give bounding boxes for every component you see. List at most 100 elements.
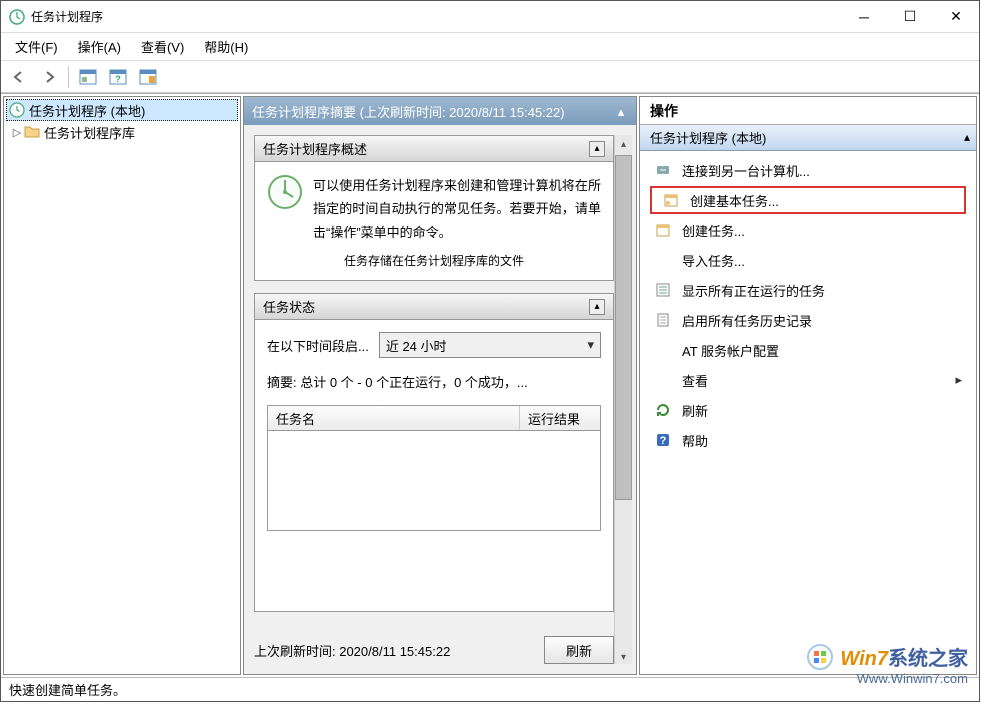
menu-file[interactable]: 文件(F)	[5, 33, 68, 60]
action-item-8[interactable]: 刷新	[644, 395, 972, 425]
forward-button[interactable]	[35, 64, 63, 90]
menu-view[interactable]: 查看(V)	[131, 33, 194, 60]
center-header: 任务计划程序摘要 (上次刷新时间: 2020/8/11 15:45:22) ▴	[244, 97, 636, 125]
task-icon	[654, 221, 672, 239]
menu-help[interactable]: 帮助(H)	[194, 33, 258, 60]
actions-subtitle[interactable]: 任务计划程序 (本地) ▴	[640, 125, 976, 151]
close-button[interactable]: ✕	[933, 2, 979, 32]
action-item-5[interactable]: 启用所有任务历史记录	[644, 305, 972, 335]
status-group: 任务状态 ▴ 在以下时间段启... 近 24 小时 摘要: 总计 0 个 - 0…	[254, 293, 614, 612]
action-item-3[interactable]: 导入任务...	[644, 245, 972, 275]
overview-inner: 可以使用任务计划程序来创建和管理计算机将在所指定的时间自动执行的常见任务。若要开…	[255, 162, 613, 280]
actions-subtitle-text: 任务计划程序 (本地)	[650, 128, 766, 147]
period-label: 在以下时间段启...	[267, 336, 369, 355]
actions-list: 连接到另一台计算机... 创建基本任务... 创建任务... 导入任务... 显示所有正…	[640, 151, 976, 459]
help-icon: ?	[654, 431, 672, 449]
action-item-label: 显示所有正在运行的任务	[682, 281, 825, 300]
center-content: 任务计划程序概述 ▴ 可以使用任务计划程序来创建和管理计算机将在所指定的时间自动…	[254, 135, 614, 664]
period-value: 近 24 小时	[386, 336, 447, 355]
action-item-6[interactable]: AT 服务帐户配置	[644, 335, 972, 365]
task-list-header: 任务名 运行结果	[267, 405, 601, 431]
actions-pane: 操作 任务计划程序 (本地) ▴ 连接到另一台计算机... 创建基本任务... 创建…	[639, 96, 977, 675]
scroll-up-icon[interactable]: ▴	[614, 104, 628, 118]
scroll-up-button[interactable]: ▴	[615, 135, 632, 153]
overview-group: 任务计划程序概述 ▴ 可以使用任务计划程序来创建和管理计算机将在所指定的时间自动…	[254, 135, 614, 281]
import-icon	[654, 251, 672, 269]
toolbar: ?	[1, 61, 979, 93]
action-item-label: 启用所有任务历史记录	[682, 311, 812, 330]
task-list[interactable]	[267, 431, 601, 531]
clock-icon	[9, 102, 25, 118]
window-title: 任务计划程序	[31, 8, 841, 25]
action-item-label: 查看	[682, 371, 708, 390]
status-title: 任务状态	[263, 297, 315, 316]
action-item-0[interactable]: 连接到另一台计算机...	[644, 155, 972, 185]
action-item-label: AT 服务帐户配置	[682, 341, 779, 360]
col-run-result[interactable]: 运行结果	[520, 406, 600, 430]
status-summary: 摘要: 总计 0 个 - 0 个正在运行，0 个成功，...	[267, 372, 601, 391]
link-icon	[654, 161, 672, 179]
none-icon	[654, 371, 672, 389]
action-item-7[interactable]: 查看	[644, 365, 972, 395]
center-scrollbar[interactable]: ▴ ▾	[614, 135, 632, 664]
overview-clock-icon	[267, 174, 303, 210]
folder-icon	[24, 124, 40, 140]
actions-title: 操作	[640, 97, 976, 125]
action-item-label: 创建任务...	[682, 221, 745, 240]
overview-title: 任务计划程序概述	[263, 139, 367, 158]
action-item-label: 帮助	[682, 431, 708, 450]
status-group-header[interactable]: 任务状态 ▴	[255, 294, 613, 320]
action-item-9[interactable]: ? 帮助	[644, 425, 972, 455]
refresh-button[interactable]: 刷新	[544, 636, 614, 664]
action-item-2[interactable]: 创建任务...	[644, 215, 972, 245]
toolbar-separator	[68, 66, 69, 88]
action-item-4[interactable]: 显示所有正在运行的任务	[644, 275, 972, 305]
toolbar-pane1-button[interactable]	[74, 64, 102, 90]
app-window: 任务计划程序 ─ ☐ ✕ 文件(F) 操作(A) 查看(V) 帮助(H) ? 任…	[0, 0, 980, 702]
svg-text:?: ?	[660, 435, 667, 447]
collapse-icon[interactable]: ▴	[964, 130, 970, 144]
wizard-icon	[662, 191, 680, 209]
titlebar: 任务计划程序 ─ ☐ ✕	[1, 1, 979, 33]
refresh-icon	[654, 401, 672, 419]
main-body: 任务计划程序 (本地) ▷ 任务计划程序库 任务计划程序摘要 (上次刷新时间: …	[1, 93, 979, 677]
scroll-down-button[interactable]: ▾	[615, 648, 632, 666]
center-body: 任务计划程序概述 ▴ 可以使用任务计划程序来创建和管理计算机将在所指定的时间自动…	[244, 125, 636, 674]
toolbar-help-button[interactable]: ?	[104, 64, 132, 90]
center-pane: 任务计划程序摘要 (上次刷新时间: 2020/8/11 15:45:22) ▴ …	[243, 96, 637, 675]
none-icon	[654, 341, 672, 359]
svg-text:?: ?	[115, 74, 121, 84]
scroll-thumb[interactable]	[615, 155, 632, 500]
back-button[interactable]	[5, 64, 33, 90]
status-inner: 在以下时间段启... 近 24 小时 摘要: 总计 0 个 - 0 个正在运行，…	[255, 320, 613, 543]
tree-child-label: 任务计划程序库	[44, 123, 135, 142]
minimize-button[interactable]: ─	[841, 2, 887, 32]
statusbar-text: 快速创建简单任务。	[9, 680, 126, 699]
history-icon	[654, 311, 672, 329]
tree-child[interactable]: ▷ 任务计划程序库	[6, 121, 238, 143]
period-dropdown[interactable]: 近 24 小时	[379, 332, 601, 358]
action-item-label: 导入任务...	[682, 251, 745, 270]
tree-root-label: 任务计划程序 (本地)	[29, 101, 145, 120]
collapse-icon[interactable]: ▴	[589, 141, 605, 157]
expand-icon[interactable]: ▷	[10, 126, 24, 139]
menu-action[interactable]: 操作(A)	[68, 33, 131, 60]
action-item-label: 刷新	[682, 401, 708, 420]
maximize-button[interactable]: ☐	[887, 2, 933, 32]
overview-group-header[interactable]: 任务计划程序概述 ▴	[255, 136, 613, 162]
nav-tree: 任务计划程序 (本地) ▷ 任务计划程序库	[3, 96, 241, 675]
tree-root[interactable]: 任务计划程序 (本地)	[6, 99, 238, 121]
action-item-label: 连接到另一台计算机...	[682, 161, 810, 180]
menubar: 文件(F) 操作(A) 查看(V) 帮助(H)	[1, 33, 979, 61]
refresh-timestamp: 上次刷新时间: 2020/8/11 15:45:22	[254, 641, 534, 660]
toolbar-pane2-button[interactable]	[134, 64, 162, 90]
overview-text: 可以使用任务计划程序来创建和管理计算机将在所指定的时间自动执行的常见任务。若要开…	[313, 174, 601, 244]
col-task-name[interactable]: 任务名	[268, 406, 520, 430]
statusbar: 快速创建简单任务。	[1, 677, 979, 701]
collapse-icon[interactable]: ▴	[589, 299, 605, 315]
app-icon	[9, 9, 25, 25]
action-item-label: 创建基本任务...	[690, 191, 779, 210]
action-item-1[interactable]: 创建基本任务...	[650, 186, 966, 214]
refresh-row: 上次刷新时间: 2020/8/11 15:45:22 刷新	[254, 636, 614, 664]
overview-cutline: 任务存储在任务计划程序库的文件	[267, 252, 601, 268]
